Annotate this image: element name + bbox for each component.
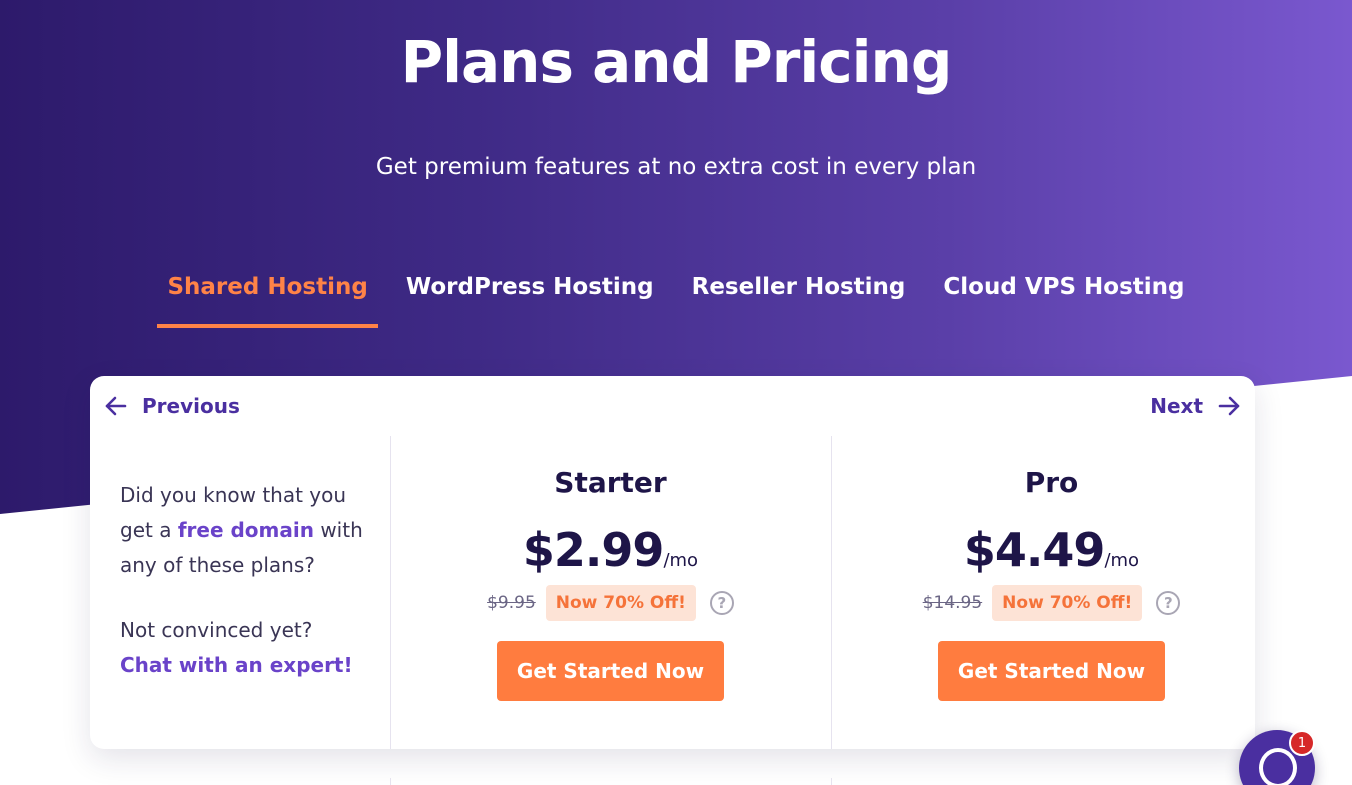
- old-price: $14.95: [922, 593, 983, 613]
- tab-shared-hosting[interactable]: Shared Hosting: [157, 272, 378, 328]
- tab-cloud-vps-hosting[interactable]: Cloud VPS Hosting: [933, 272, 1194, 328]
- previous-button[interactable]: Previous: [104, 394, 240, 418]
- old-price: $9.95: [487, 593, 536, 613]
- pricing-card: Previous Next Did you know that you get …: [90, 376, 1255, 749]
- price-period: /mo: [663, 550, 699, 571]
- column-divider: [831, 778, 832, 785]
- previous-label: Previous: [142, 394, 240, 418]
- chat-bubble-icon: [1259, 748, 1297, 785]
- page-subtitle: Get premium features at no extra cost in…: [375, 154, 977, 180]
- get-started-button[interactable]: Get Started Now: [497, 641, 724, 701]
- plan-name: Starter: [554, 466, 667, 499]
- discount-badge: Now 70% Off!: [992, 585, 1143, 621]
- hosting-tabs: Shared Hosting WordPress Hosting Reselle…: [0, 272, 1352, 328]
- question-mark-icon[interactable]: ?: [1156, 591, 1181, 615]
- arrow-right-icon: [1218, 396, 1240, 416]
- notification-badge: 1: [1289, 730, 1315, 756]
- question-mark-icon[interactable]: ?: [709, 591, 734, 615]
- column-divider: [390, 778, 391, 785]
- price-row: $4.49 /mo: [831, 523, 1272, 577]
- price-period: /mo: [1104, 550, 1140, 571]
- free-domain-info: Did you know that you get a free domain …: [120, 478, 370, 683]
- plan-price: $4.49: [963, 523, 1106, 577]
- free-domain-highlight: free domain: [177, 518, 314, 542]
- tab-reseller-hosting[interactable]: Reseller Hosting: [682, 272, 916, 328]
- next-button[interactable]: Next: [1150, 394, 1241, 418]
- page-title: Plans and Pricing: [400, 28, 953, 96]
- plan-price: $2.99: [522, 523, 665, 577]
- plan-name: Pro: [1024, 466, 1079, 499]
- not-convinced-text: Not convinced yet?: [120, 618, 313, 642]
- price-row: $2.99 /mo: [390, 523, 831, 577]
- free-domain-text: Did you know that you get a free domain …: [120, 478, 370, 583]
- plan-pro: Pro $4.49 /mo $14.95 Now 70% Off! ? Get …: [831, 466, 1272, 701]
- discount-badge: Now 70% Off!: [545, 585, 696, 621]
- chat-prompt: Not convinced yet? Chat with an expert!: [120, 613, 370, 683]
- discount-row: $14.95 Now 70% Off! ?: [831, 585, 1272, 621]
- plan-starter: Starter $2.99 /mo $9.95 Now 70% Off! ? G…: [390, 466, 831, 701]
- tab-wordpress-hosting[interactable]: WordPress Hosting: [396, 272, 664, 328]
- discount-row: $9.95 Now 70% Off! ?: [390, 585, 831, 621]
- arrow-left-icon: [105, 396, 127, 416]
- next-label: Next: [1150, 394, 1203, 418]
- get-started-button[interactable]: Get Started Now: [938, 641, 1165, 701]
- chat-with-expert-link[interactable]: Chat with an expert!: [120, 653, 353, 677]
